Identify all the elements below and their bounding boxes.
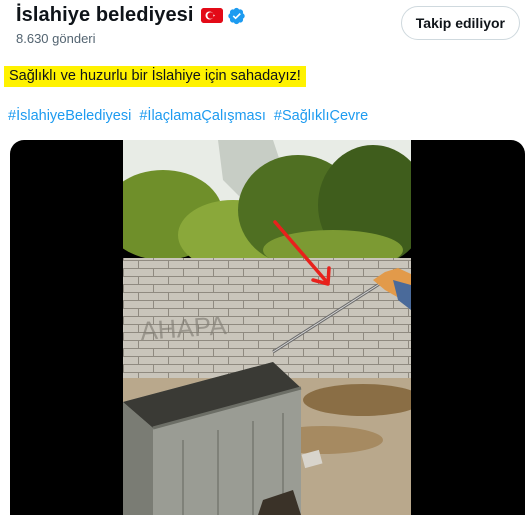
hashtags: #İslahiyeBelediyesi #İlaçlamaÇalışması #… (8, 108, 372, 124)
verified-badge-icon (227, 7, 245, 24)
profile-header: İslahiye belediyesi 8.630 gönderi Takip … (0, 0, 525, 56)
following-button[interactable]: Takip ediliyor (400, 6, 520, 40)
video-scene: AHAPA (123, 140, 411, 515)
tweet-text: Sağlıklı ve huzurlu bir İslahiye için sa… (4, 66, 306, 87)
hashtag-link[interactable]: #SağlıklıÇevre (274, 108, 368, 124)
profile-name[interactable]: İslahiye belediyesi (16, 4, 194, 27)
hashtag-link[interactable]: #İlaçlamaÇalışması (139, 108, 266, 124)
svg-text:AHAPA: AHAPA (139, 310, 228, 346)
hashtag-link[interactable]: #İslahiyeBelediyesi (8, 108, 131, 124)
video-frame[interactable]: AHAPA (123, 140, 411, 515)
video-player[interactable]: AHAPA (10, 140, 525, 515)
profile-name-row[interactable]: İslahiye belediyesi (16, 4, 246, 27)
turkey-flag-icon (200, 8, 223, 23)
posts-count: 8.630 gönderi (16, 31, 96, 46)
